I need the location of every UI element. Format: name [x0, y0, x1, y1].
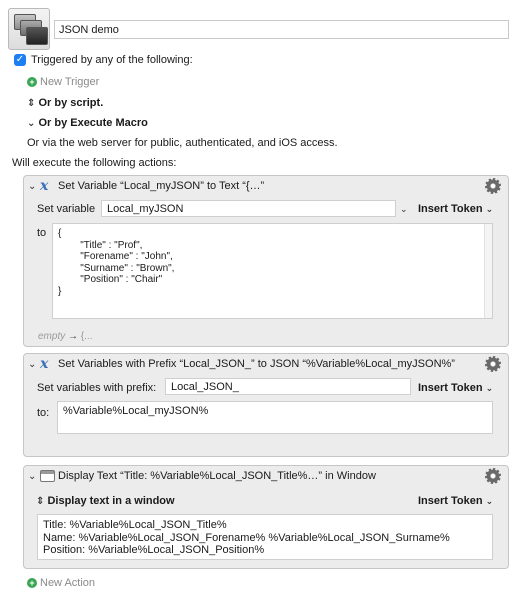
macro-icon[interactable]: [8, 8, 50, 50]
x-variable-icon: x: [40, 178, 49, 194]
empty-hint: empty: [38, 331, 66, 342]
chevron-down-icon[interactable]: ⌄: [28, 471, 36, 482]
text-scrollbar[interactable]: [484, 224, 492, 318]
or-by-script-label: Or by script.: [38, 97, 104, 109]
chevron-down-icon: ⌄: [485, 383, 494, 393]
macro-icon-window-front: [26, 27, 48, 45]
text-value-area[interactable]: { "Title" : "Prof", "Forename" : "John",…: [52, 223, 493, 319]
gear-icon[interactable]: [485, 468, 501, 484]
to-label: to: [37, 227, 47, 239]
empty-hint-row: empty → {...: [38, 330, 92, 343]
or-by-execute-macro-label: Or by Execute Macro: [38, 117, 148, 129]
gear-icon[interactable]: [485, 178, 501, 194]
updown-chevron-icon: ⇕: [27, 98, 36, 109]
plus-circle-icon[interactable]: +: [27, 578, 37, 588]
display-mode-selector[interactable]: ⇕ Display text in a window: [36, 495, 175, 508]
chevron-down-icon: ⌄: [485, 204, 494, 214]
prefix-label: Set variables with prefix:: [37, 382, 157, 394]
set-variable-label: Set variable: [37, 203, 96, 215]
web-server-text: Or via the web server for public, authen…: [27, 137, 338, 149]
updown-chevron-icon: ⇕: [36, 496, 45, 507]
action-title: Set Variables with Prefix “Local_JSON_” …: [58, 358, 455, 370]
triggered-checkbox[interactable]: ✓: [14, 54, 26, 66]
variable-dropdown-icon[interactable]: ⌄: [400, 204, 408, 215]
new-trigger-link[interactable]: New Trigger: [40, 76, 99, 89]
or-by-execute-macro-row[interactable]: ⌄ Or by Execute Macro: [27, 117, 148, 130]
gear-icon[interactable]: [485, 356, 501, 372]
actions-header: Will execute the following actions:: [12, 157, 177, 169]
prefix-field[interactable]: Local_JSON_: [165, 378, 411, 395]
insert-token-label: Insert Token: [418, 203, 483, 215]
x-variable-icon: x: [40, 356, 49, 372]
variable-name-field[interactable]: Local_myJSON: [101, 200, 396, 217]
insert-token-label: Insert Token: [418, 495, 483, 507]
action-title: Set Variable “Local_myJSON” to Text “{…”: [58, 180, 265, 192]
insert-token-button[interactable]: Insert Token ⌄: [418, 495, 493, 507]
insert-token-button[interactable]: Insert Token ⌄: [418, 382, 493, 394]
empty-tail: {...: [80, 331, 93, 342]
display-text-area[interactable]: Title: %Variable%Local_JSON_Title% Name:…: [37, 514, 493, 560]
new-action-link[interactable]: New Action: [40, 577, 95, 590]
display-mode-label: Display text in a window: [47, 495, 175, 507]
chevron-down-icon: ⌄: [485, 496, 494, 506]
or-by-script-row[interactable]: ⇕ Or by script.: [27, 97, 103, 110]
json-value-area[interactable]: %Variable%Local_myJSON%: [57, 401, 493, 434]
macro-name-field[interactable]: JSON demo: [54, 20, 509, 39]
arrow-right-icon: →: [68, 331, 79, 342]
action-title: Display Text “Title: %Variable%Local_JSO…: [58, 470, 376, 482]
insert-token-button[interactable]: Insert Token ⌄: [418, 203, 493, 215]
plus-circle-icon[interactable]: +: [27, 77, 37, 87]
insert-token-label: Insert Token: [418, 382, 483, 394]
triggered-label: Triggered by any of the following:: [31, 54, 193, 66]
window-icon: [40, 470, 55, 482]
chevron-down-icon: ⌄: [27, 118, 36, 129]
to-label: to:: [37, 407, 50, 419]
chevron-down-icon[interactable]: ⌄: [28, 359, 36, 370]
chevron-down-icon[interactable]: ⌄: [28, 181, 36, 192]
